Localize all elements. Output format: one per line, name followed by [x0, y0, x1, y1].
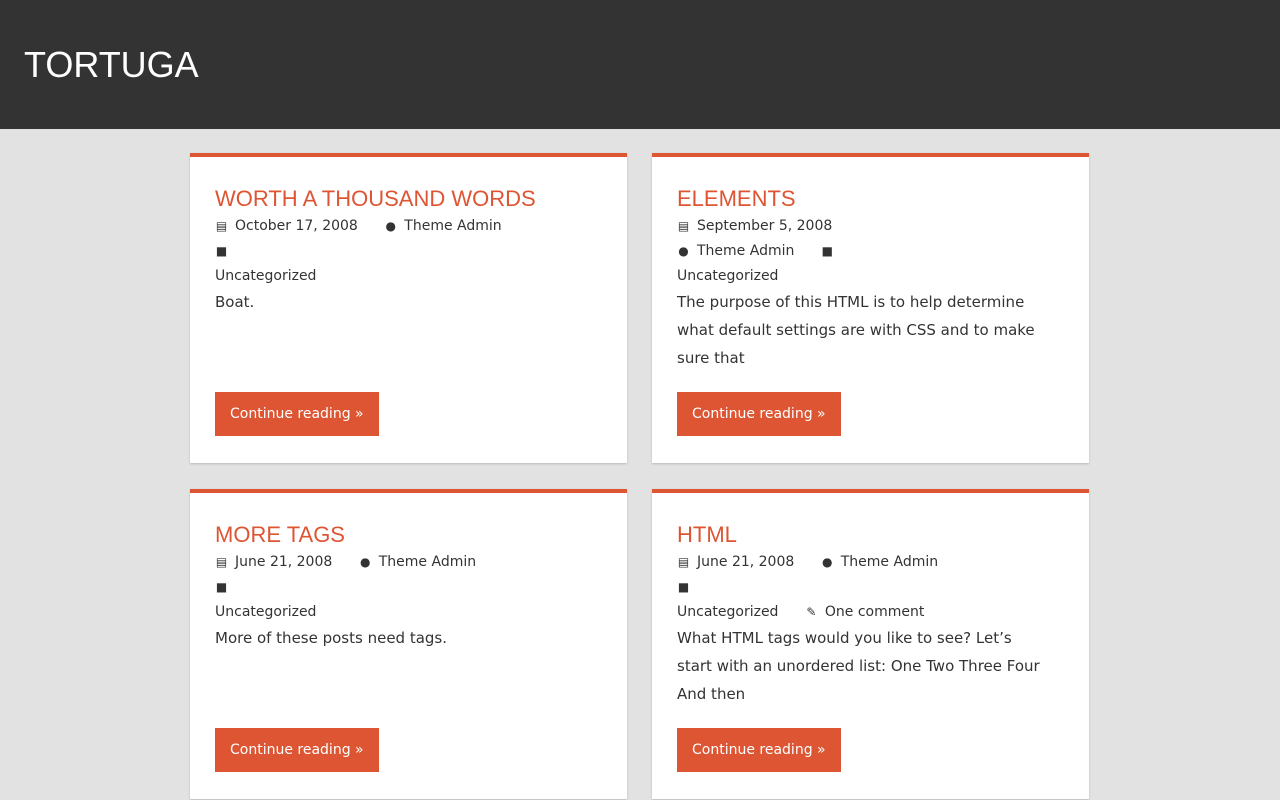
post-date-link[interactable]: June 21, 2008	[235, 554, 332, 570]
post-author-link[interactable]: Theme Admin	[404, 218, 501, 234]
post-excerpt: More of these posts need tags.	[215, 629, 448, 647]
continue-reading-button[interactable]: Continue reading »	[677, 392, 841, 436]
post-comments: ✎ One comment	[805, 600, 924, 625]
post-date: ▤ October 17, 2008	[215, 214, 358, 239]
post-category-link[interactable]: Uncategorized	[677, 268, 778, 284]
post-author: ● Theme Admin	[677, 239, 794, 264]
post-date: ▤ September 5, 2008	[677, 214, 832, 239]
continue-reading-button[interactable]: Continue reading »	[677, 728, 841, 772]
post-excerpt: The purpose of this HTML is to help dete…	[677, 293, 1035, 367]
post-excerpt: What HTML tags would you like to see? Le…	[677, 629, 1040, 703]
calendar-icon: ▤	[215, 555, 228, 569]
post-title[interactable]: MORE TAGS	[215, 519, 345, 551]
post-category: ■	[677, 575, 697, 600]
calendar-icon: ▤	[677, 555, 690, 569]
continue-reading-button[interactable]: Continue reading »	[215, 728, 379, 772]
post-meta: ▤ June 21, 2008 ● Theme Admin ■ Uncategori…	[215, 550, 535, 625]
post-author-link[interactable]: Theme Admin	[379, 554, 476, 570]
user-icon: ●	[678, 244, 689, 258]
post-category-label: Uncategorized	[677, 600, 778, 625]
site-header: TORTUGA	[0, 0, 1280, 129]
post-author: ● Theme Admin	[384, 214, 502, 239]
post-category-link[interactable]: Uncategorized	[677, 604, 778, 620]
post-category-label: Uncategorized	[677, 264, 778, 289]
continue-reading-button[interactable]: Continue reading »	[215, 392, 379, 436]
post-title[interactable]: ELEMENTS	[677, 183, 796, 215]
post-category: ■	[821, 239, 841, 264]
folder-icon: ■	[215, 244, 228, 258]
post-category: ■	[215, 239, 235, 264]
calendar-icon: ▤	[215, 219, 228, 233]
user-icon: ●	[822, 555, 833, 569]
post-card: ELEMENTS ▤ September 5, 2008 ● Theme Admin…	[652, 153, 1089, 463]
post-author: ● Theme Admin	[359, 550, 476, 575]
folder-icon: ■	[677, 580, 690, 594]
user-icon: ●	[385, 219, 397, 233]
post-date: ▤ June 21, 2008	[215, 550, 332, 575]
user-icon: ●	[360, 555, 371, 569]
post-date-link[interactable]: June 21, 2008	[697, 554, 794, 570]
post-category-link[interactable]: Uncategorized	[215, 604, 316, 620]
post-category-label: Uncategorized	[215, 264, 316, 289]
post-author-link[interactable]: Theme Admin	[841, 554, 938, 570]
post-date-link[interactable]: September 5, 2008	[697, 218, 832, 234]
folder-icon: ■	[821, 244, 833, 258]
pencil-icon: ✎	[806, 605, 817, 619]
post-comments-link[interactable]: One comment	[825, 604, 924, 620]
post-meta: ▤ September 5, 2008 ● Theme Admin ■ Uncate…	[677, 214, 997, 289]
post-category-label: Uncategorized	[215, 600, 316, 625]
folder-icon: ■	[215, 580, 228, 594]
post-author-link[interactable]: Theme Admin	[697, 243, 794, 259]
post-date-link[interactable]: October 17, 2008	[235, 218, 358, 234]
post-card: WORTH A THOUSAND WORDS ▤ October 17, 2008…	[190, 153, 627, 463]
post-title[interactable]: HTML	[677, 519, 737, 551]
post-author: ● Theme Admin	[821, 550, 938, 575]
calendar-icon: ▤	[677, 219, 690, 233]
post-date: ▤ June 21, 2008	[677, 550, 794, 575]
post-card: HTML ▤ June 21, 2008 ● Theme Admin ■ Uncat…	[652, 489, 1089, 799]
post-category-link[interactable]: Uncategorized	[215, 268, 316, 284]
post-meta: ▤ June 21, 2008 ● Theme Admin ■ Uncategori…	[677, 550, 997, 625]
post-title[interactable]: WORTH A THOUSAND WORDS	[215, 183, 536, 215]
site-title[interactable]: TORTUGA	[24, 43, 199, 87]
post-card: MORE TAGS ▤ June 21, 2008 ● Theme Admin ■ …	[190, 489, 627, 799]
post-category: ■	[215, 575, 235, 600]
post-excerpt: Boat.	[215, 293, 255, 311]
post-meta: ▤ October 17, 2008 ● Theme Admin ■ Uncateg…	[215, 214, 535, 289]
